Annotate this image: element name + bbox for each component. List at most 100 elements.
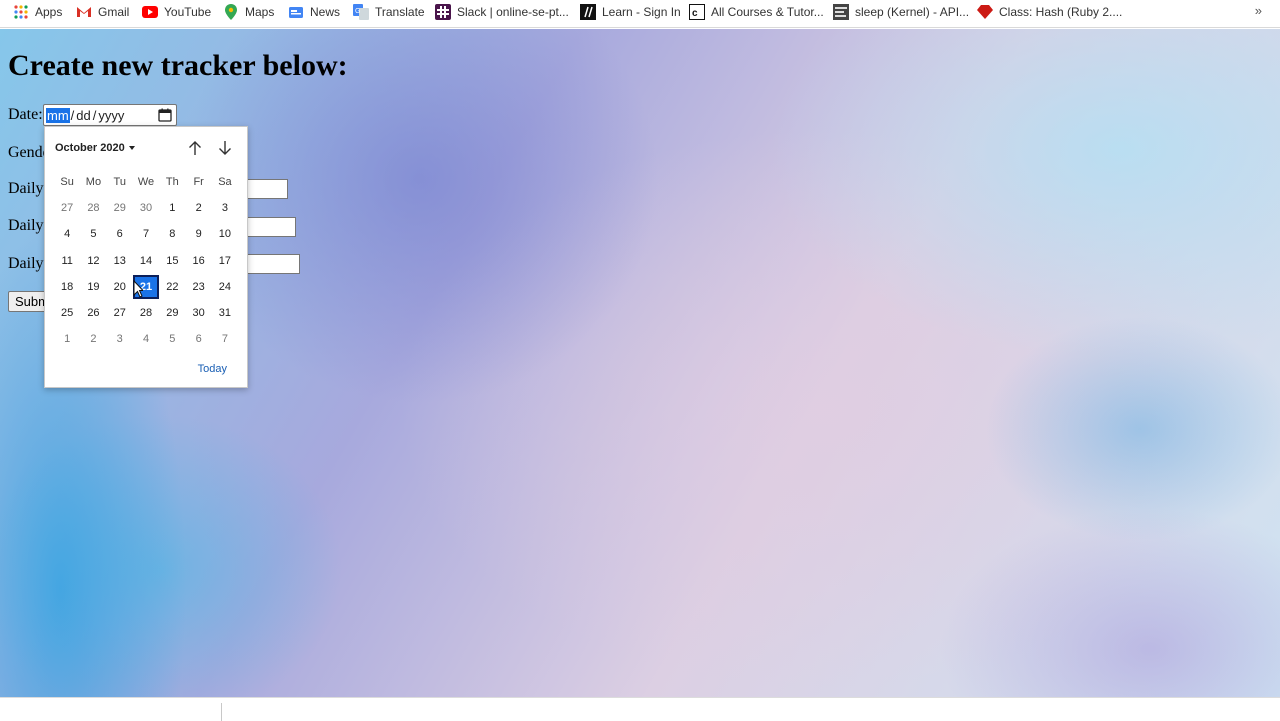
maps-pin-icon — [223, 4, 239, 20]
calendar-icon[interactable] — [158, 108, 172, 122]
calendar-day[interactable]: 18 — [54, 275, 80, 299]
weekday-header: Tu — [113, 176, 126, 189]
bookmark-learn[interactable]: Learn - Sign In — [580, 0, 681, 24]
calendar-day[interactable]: 3 — [212, 196, 238, 220]
bookmark-slack[interactable]: Slack | online-se-pt... — [435, 0, 569, 24]
svg-text:c: c — [692, 8, 698, 19]
calendar-day[interactable]: 3 — [107, 327, 133, 351]
calendar-day[interactable]: 27 — [107, 301, 133, 325]
calendar-day[interactable]: 20 — [107, 275, 133, 299]
ruby-icon — [977, 4, 993, 20]
calendar-day[interactable]: 5 — [80, 222, 106, 246]
calendar-day[interactable]: 31 — [212, 301, 238, 325]
bookmark-news[interactable]: News — [288, 0, 340, 24]
calendar-day[interactable]: 29 — [107, 196, 133, 220]
calendar-day[interactable]: 22 — [159, 275, 185, 299]
translate-icon: G — [353, 4, 369, 20]
calendar-day[interactable]: 1 — [54, 327, 80, 351]
calendar-day[interactable]: 8 — [159, 222, 185, 246]
bookmark-label: sleep (Kernel) - API... — [855, 5, 970, 19]
bookmark-apps[interactable]: Apps — [13, 0, 62, 24]
calendar-day[interactable]: 28 — [80, 196, 106, 220]
bookmark-youtube[interactable]: YouTube — [142, 0, 211, 24]
weekday-header: Th — [165, 176, 179, 189]
calendar-day[interactable]: 1 — [159, 196, 185, 220]
calendar-day[interactable]: 10 — [212, 222, 238, 246]
bookmark-translate[interactable]: G Translate — [353, 0, 425, 24]
month-year-selector[interactable]: October 2020 — [55, 142, 135, 154]
daily-input-3[interactable] — [246, 254, 300, 274]
daily-input-1[interactable] — [246, 179, 288, 199]
date-year-segment[interactable]: yyyy — [97, 108, 125, 123]
daily-input-2[interactable] — [246, 217, 296, 237]
learn-icon — [580, 4, 596, 20]
date-month-segment[interactable]: mm — [46, 107, 70, 123]
calendar-day[interactable]: 30 — [185, 301, 211, 325]
apps-grid-icon — [13, 4, 29, 20]
calendar-day[interactable]: 11 — [54, 249, 80, 273]
weekday-header-row: Su Mo Tu We Th Fr Sa — [54, 169, 242, 195]
calendar-day[interactable]: 15 — [159, 249, 185, 273]
bookmark-ruby[interactable]: Class: Hash (Ruby 2.... — [977, 0, 1122, 24]
bookmark-label: Learn - Sign In — [602, 5, 681, 19]
calendar-day[interactable]: 28 — [133, 301, 159, 325]
bookmark-label: Translate — [375, 5, 425, 19]
download-bar — [0, 697, 1280, 721]
calendar-day[interactable]: 2 — [80, 327, 106, 351]
calendar-day[interactable]: 7 — [212, 327, 238, 351]
calendar-day[interactable]: 13 — [107, 249, 133, 273]
api-doc-icon — [833, 4, 849, 20]
calendar-day[interactable]: 14 — [133, 249, 159, 273]
daily-label-3: Daily — [8, 255, 44, 272]
calendar-day[interactable]: 12 — [80, 249, 106, 273]
calendar-day[interactable]: 6 — [185, 327, 211, 351]
calendar-day[interactable]: 2 — [185, 196, 211, 220]
bookmark-gmail[interactable]: Gmail — [76, 0, 129, 24]
calendar-day[interactable]: 27 — [54, 196, 80, 220]
calendar-day[interactable]: 29 — [159, 301, 185, 325]
calendar-day[interactable]: 9 — [185, 222, 211, 246]
bookmark-label: Class: Hash (Ruby 2.... — [999, 5, 1123, 19]
bookmarks-bar: Apps Gmail YouTube Maps News G Translate — [0, 0, 1280, 28]
slack-icon — [435, 4, 451, 20]
calendar-grid: Su Mo Tu We Th Fr Sa 27 28 29 30 1 2 3 4 5 6 7 8 9 10… — [54, 169, 242, 352]
calendar-week-row: 1234567 — [54, 326, 242, 352]
calendar-day[interactable]: 4 — [133, 327, 159, 351]
bookmark-api[interactable]: sleep (Kernel) - API... — [833, 0, 969, 24]
calendar-day[interactable]: 6 — [107, 222, 133, 246]
calendar-day[interactable]: 17 — [212, 249, 238, 273]
dropdown-caret-icon — [128, 146, 135, 150]
news-icon — [288, 4, 304, 20]
bookmark-courses[interactable]: c All Courses & Tutor... — [689, 0, 824, 24]
bookmarks-overflow-icon[interactable]: » — [1255, 3, 1262, 18]
date-label: Date: — [8, 106, 43, 123]
previous-month-arrow-icon[interactable] — [186, 139, 204, 157]
gmail-icon — [76, 4, 92, 20]
month-year-label: October 2020 — [55, 142, 125, 154]
date-input[interactable]: mm / dd / yyyy — [43, 104, 177, 126]
bookmark-maps[interactable]: Maps — [223, 0, 274, 24]
bookmark-label: Gmail — [98, 5, 130, 19]
weekday-header: Sa — [218, 176, 232, 189]
calendar-day[interactable]: 26 — [80, 301, 106, 325]
calendar-day[interactable]: 5 — [159, 327, 185, 351]
weekday-header: Su — [60, 176, 74, 189]
calendar-day[interactable]: 7 — [133, 222, 159, 246]
calendar-day[interactable]: 23 — [185, 275, 211, 299]
calendar-day[interactable]: 16 — [185, 249, 211, 273]
weekday-header: We — [137, 176, 155, 189]
bookmark-label: Maps — [245, 5, 275, 19]
today-button[interactable]: Today — [198, 363, 227, 375]
calendar-day[interactable]: 25 — [54, 301, 80, 325]
next-month-arrow-icon[interactable] — [216, 139, 234, 157]
calendar-day[interactable]: 4 — [54, 222, 80, 246]
calendar-weeks: 27 28 29 30 1 2 3 4 5 6 7 8 9 10 11 12 13 14 15 16 17 18 19 20 2… — [54, 195, 242, 352]
calendar-day[interactable]: 19 — [80, 275, 106, 299]
svg-text:G: G — [355, 8, 360, 15]
date-day-segment[interactable]: dd — [75, 108, 91, 123]
calendar-week-row: 25 26 27 28 29 30 31 — [54, 300, 242, 326]
daily-label-2: Daily — [8, 217, 44, 234]
bookmark-label: Slack | online-se-pt... — [457, 5, 569, 19]
calendar-day[interactable]: 30 — [133, 196, 159, 220]
calendar-day[interactable]: 24 — [212, 275, 238, 299]
